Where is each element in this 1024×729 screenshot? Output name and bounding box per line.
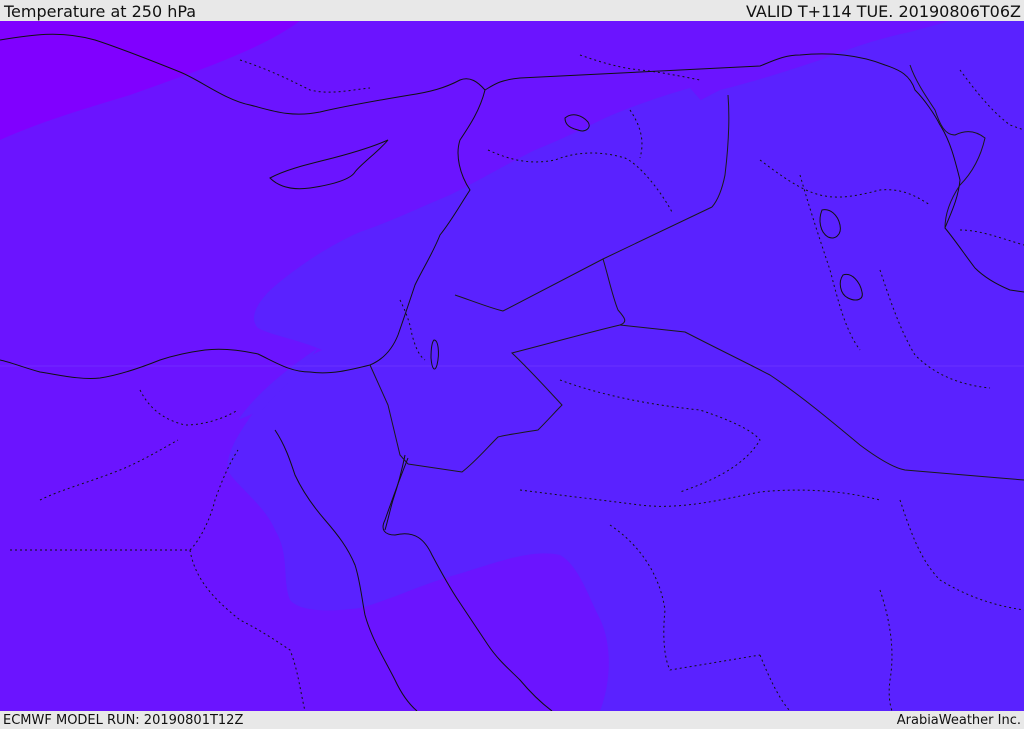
- credit-label: ArabiaWeather Inc.: [896, 713, 1021, 728]
- map-title: Temperature at 250 hPa: [4, 2, 197, 21]
- model-run-label: ECMWF MODEL RUN: 20190801T12Z: [3, 713, 244, 728]
- valid-time-label: VALID T+114 TUE. 20190806T06Z: [745, 2, 1021, 21]
- header-bar: Temperature at 250 hPa VALID T+114 TUE. …: [0, 0, 1024, 21]
- footer-bar: ECMWF MODEL RUN: 20190801T12Z ArabiaWeat…: [0, 711, 1024, 729]
- map-area[interactable]: [0, 21, 1024, 711]
- temperature-map: [0, 21, 1024, 711]
